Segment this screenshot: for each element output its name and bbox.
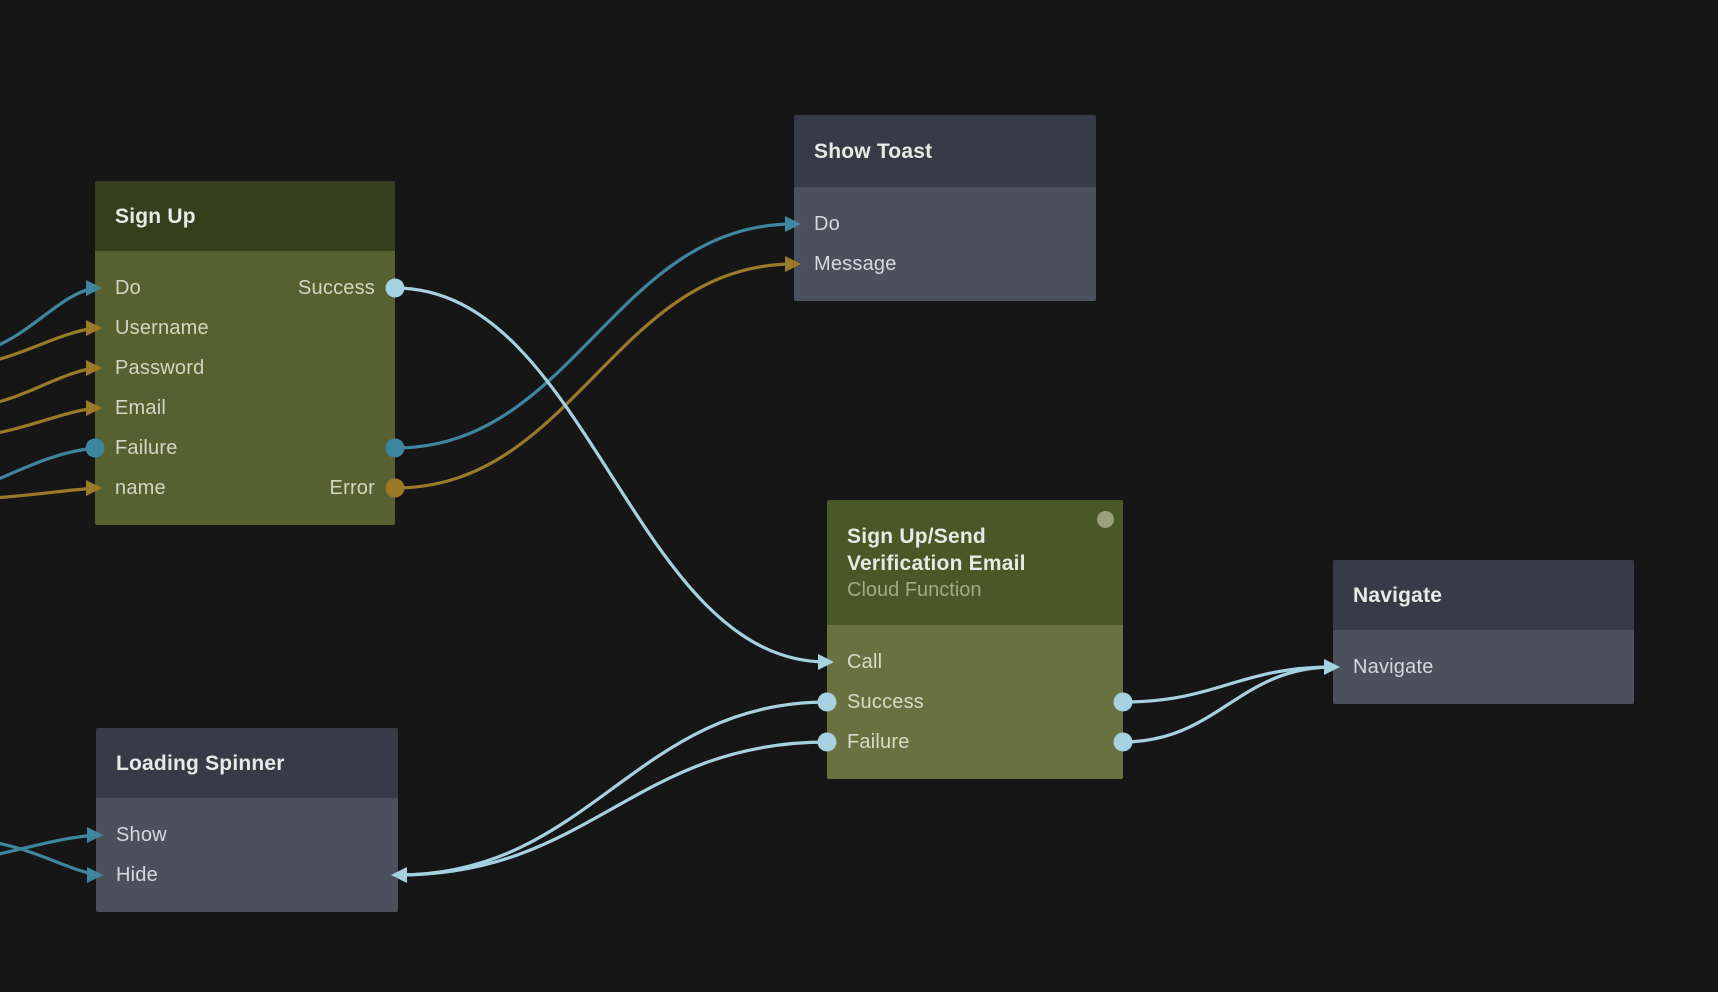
wire-offscreen-to-signup-do[interactable] <box>0 288 95 352</box>
port-label-left: Failure <box>847 731 910 754</box>
wire-cloud-success-to-spinner-hide[interactable] <box>398 702 827 875</box>
node-cloud-function[interactable]: Sign Up/Send Verification EmailCloud Fun… <box>827 500 1123 779</box>
port-row-username[interactable]: Username <box>95 308 395 348</box>
port-row-message[interactable]: Message <box>794 244 1096 284</box>
port-label-left: Message <box>814 253 897 276</box>
port-label-left: Hide <box>116 864 158 887</box>
port-label-right: Success <box>298 277 375 300</box>
port-row-success[interactable]: Success <box>827 682 1123 722</box>
port-row-do[interactable]: Do Success <box>95 268 395 308</box>
node-header[interactable]: Show Toast <box>794 115 1096 187</box>
port-row-email[interactable]: Email <box>95 388 395 428</box>
node-ports: Call Success Failure <box>827 625 1123 779</box>
node-navigate[interactable]: Navigate Navigate <box>1333 560 1634 704</box>
wire-offscreen-to-signup-email[interactable] <box>0 408 95 436</box>
node-header[interactable]: Navigate <box>1333 560 1634 630</box>
port-label-left: Show <box>116 824 167 847</box>
node-status-dot-icon <box>1097 511 1114 528</box>
node-title: Show Toast <box>814 138 1070 165</box>
wire-offscreen-to-spinner-hide[interactable] <box>0 840 96 875</box>
port-label-right: Error <box>330 477 375 500</box>
wire-signup-error-to-toast-message[interactable] <box>395 264 794 488</box>
wire-signup-failure-to-offscreen[interactable] <box>0 448 95 487</box>
port-label-left: Password <box>115 357 204 380</box>
wire-cloud-failure-to-spinner-hide[interactable] <box>398 742 827 875</box>
port-label-left: Call <box>847 651 882 674</box>
port-row-do[interactable]: Do <box>794 204 1096 244</box>
node-title: Navigate <box>1353 582 1608 609</box>
port-label-left: Email <box>115 397 166 420</box>
port-label-left: Do <box>115 277 141 300</box>
port-row-password[interactable]: Password <box>95 348 395 388</box>
wire-signup-failure-to-toast-do[interactable] <box>395 224 794 448</box>
wire-offscreen-to-signup-name[interactable] <box>0 488 95 499</box>
node-title: Sign Up/Send Verification Email <box>847 523 1097 577</box>
wire-signup-success-to-cloud-call[interactable] <box>395 288 827 662</box>
port-label-left: Username <box>115 317 209 340</box>
port-row-failure[interactable]: Failure <box>95 428 395 468</box>
port-label-left: Do <box>814 213 840 236</box>
port-row-show[interactable]: Show <box>96 815 398 855</box>
node-title: Loading Spinner <box>116 750 372 777</box>
node-ports: Navigate <box>1333 630 1634 704</box>
wire-cloud-success-to-navigate[interactable] <box>1123 667 1333 702</box>
node-show-toast[interactable]: Show Toast Do Message <box>794 115 1096 301</box>
node-header[interactable]: Sign Up <box>95 181 395 251</box>
node-sign-up[interactable]: Sign Up Do Success Username Password Email Fai… <box>95 181 395 525</box>
port-row-navigate[interactable]: Navigate <box>1333 647 1634 687</box>
node-subtitle: Cloud Function <box>847 577 1097 603</box>
wire-offscreen-to-spinner-show[interactable] <box>0 835 96 858</box>
port-row-failure[interactable]: Failure <box>827 722 1123 762</box>
wire-offscreen-to-signup-password[interactable] <box>0 368 95 406</box>
node-ports: Show Hide <box>96 798 398 912</box>
port-label-left: Success <box>847 691 924 714</box>
node-loading-spinner[interactable]: Loading Spinner Show Hide <box>96 728 398 912</box>
wire-cloud-failure-to-navigate[interactable] <box>1123 667 1333 742</box>
port-row-call[interactable]: Call <box>827 642 1123 682</box>
node-header[interactable]: Loading Spinner <box>96 728 398 798</box>
node-ports: Do Success Username Password Email Failure nam… <box>95 251 395 525</box>
port-row-hide[interactable]: Hide <box>96 855 398 895</box>
node-title: Sign Up <box>115 203 369 230</box>
node-header[interactable]: Sign Up/Send Verification EmailCloud Fun… <box>827 500 1123 625</box>
port-label-left: Navigate <box>1353 656 1434 679</box>
port-label-left: name <box>115 477 166 500</box>
node-graph-canvas[interactable]: Sign Up Do Success Username Password Email Fai… <box>0 0 1718 992</box>
wire-offscreen-to-signup-username[interactable] <box>0 328 95 364</box>
port-label-left: Failure <box>115 437 178 460</box>
node-ports: Do Message <box>794 187 1096 301</box>
port-row-name[interactable]: name Error <box>95 468 395 508</box>
